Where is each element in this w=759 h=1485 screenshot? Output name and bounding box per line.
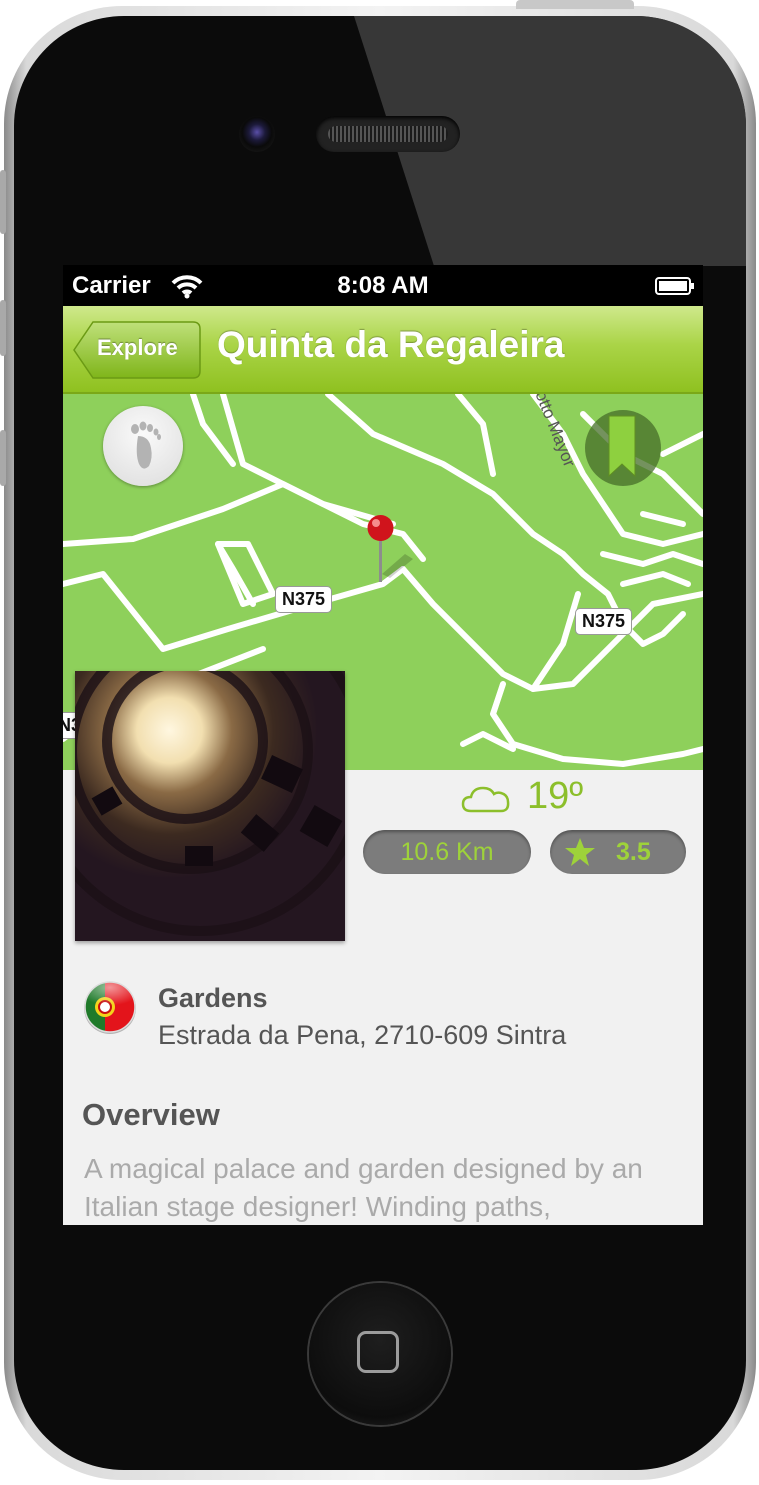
footprint-button[interactable] xyxy=(103,406,183,486)
home-square-icon xyxy=(357,1331,399,1373)
volume-down-button xyxy=(0,430,6,486)
app-screen: Carrier 8:08 AM Explore Quinta da Regale… xyxy=(63,265,703,1225)
battery-icon xyxy=(655,277,694,295)
star-icon xyxy=(565,838,595,866)
temperature: 19º xyxy=(527,775,584,817)
back-button-label: Explore xyxy=(97,335,178,360)
status-bar: Carrier 8:08 AM xyxy=(63,265,703,306)
overview-heading: Overview xyxy=(82,1097,220,1132)
mute-switch xyxy=(0,170,6,234)
map-pin-icon[interactable] xyxy=(365,514,425,584)
front-camera xyxy=(239,116,275,152)
footprint-icon xyxy=(131,421,161,469)
distance-value: 10.6 Km xyxy=(400,838,494,866)
place-photo xyxy=(75,671,345,941)
road-label-n375-left: N375 xyxy=(275,586,333,613)
portugal-flag-icon xyxy=(84,981,136,1034)
earpiece-speaker xyxy=(316,116,460,152)
rating-badge[interactable]: 3.5 xyxy=(550,830,686,874)
road-label-n375-right: N375 xyxy=(575,608,633,635)
bookmark-button[interactable] xyxy=(585,410,661,486)
place-address: Estrada da Pena, 2710-609 Sintra xyxy=(158,1020,567,1050)
overview-text: A magical palace and garden designed by … xyxy=(84,1153,643,1222)
place-category: Gardens xyxy=(158,983,268,1013)
rating-value: 3.5 xyxy=(616,838,651,866)
power-button xyxy=(516,0,634,9)
bookmark-icon xyxy=(608,415,636,478)
distance-badge: 10.6 Km xyxy=(363,830,531,874)
explore-back-button[interactable]: Explore xyxy=(73,321,201,379)
status-time: 8:08 AM xyxy=(337,272,429,299)
navigation-bar: Explore Quinta da Regaleira xyxy=(63,306,703,394)
volume-up-button xyxy=(0,300,6,356)
page-title: Quinta da Regaleira xyxy=(217,324,565,365)
cloud-icon xyxy=(461,786,510,813)
home-button[interactable] xyxy=(309,1283,451,1425)
